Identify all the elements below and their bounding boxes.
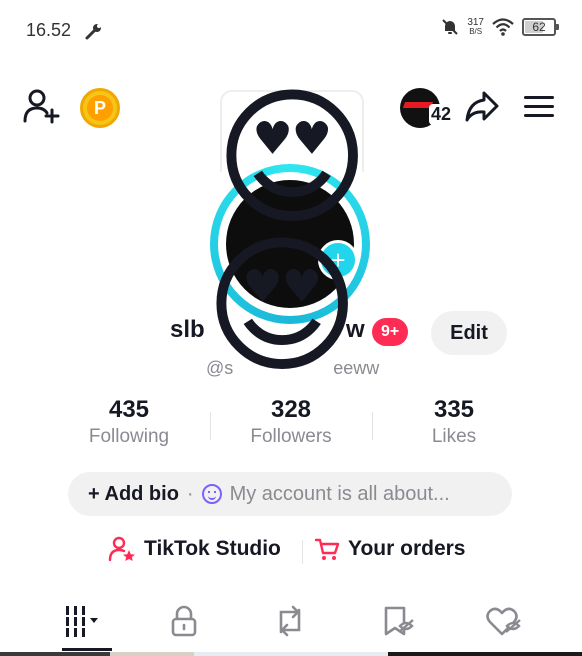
video-grid-edge (0, 652, 582, 656)
bio-pill[interactable]: + Add bio · My account is all about... (68, 472, 512, 516)
tab-videos[interactable] (56, 596, 116, 646)
status-time: 16.52 (26, 20, 72, 40)
heart-eyes-emoji-sticker: 😍 (214, 72, 371, 246)
stat-divider (372, 412, 373, 440)
tab-reposts[interactable] (260, 596, 320, 646)
profile-name-start: slb (170, 316, 205, 343)
wifi-icon (492, 18, 514, 36)
menu-icon[interactable] (522, 94, 556, 120)
edit-profile-button[interactable]: Edit (431, 311, 507, 355)
bio-placeholder: My account is all about... (229, 482, 450, 505)
tiktok-studio-link[interactable]: TikTok Studio (108, 536, 281, 562)
grid-icon (66, 606, 98, 637)
stat-label: Following (88, 426, 170, 447)
your-orders-link[interactable]: Your orders (314, 536, 465, 562)
active-tab-indicator (62, 648, 112, 651)
stat-label: Followers (250, 426, 332, 447)
stat-likes[interactable]: 335 Likes (379, 396, 529, 448)
wrench-icon (85, 24, 101, 40)
status-indicators: 317 B/S 62 (441, 17, 559, 37)
stat-value: 335 (433, 396, 475, 423)
bell-muted-icon (442, 19, 459, 35)
tab-liked[interactable] (474, 596, 534, 646)
link-divider (302, 540, 303, 564)
stat-divider (210, 412, 211, 440)
smile-icon (201, 484, 222, 504)
notification-badge[interactable]: 9+ (372, 318, 409, 346)
share-icon[interactable] (464, 90, 500, 124)
tab-saved[interactable] (368, 596, 428, 646)
coin-icon[interactable]: P (80, 88, 120, 128)
stat-value: 435 (108, 396, 150, 423)
heart-eyes-emoji-sticker: 😍 (204, 220, 361, 394)
tab-private[interactable] (154, 596, 214, 646)
studio-label: TikTok Studio (144, 537, 281, 560)
orders-label: Your orders (348, 537, 466, 560)
battery-indicator: 62 (522, 18, 559, 36)
stat-followers[interactable]: 328 Followers (216, 396, 366, 448)
network-speed: 317 B/S (467, 17, 484, 37)
studio-icon (108, 536, 135, 562)
bio-separator: · (186, 482, 194, 505)
repost-icon (279, 605, 301, 637)
story-count: 42 (429, 104, 454, 125)
stat-value: 328 (270, 396, 312, 423)
lock-icon (171, 605, 197, 637)
cart-icon (314, 538, 340, 560)
add-friend-icon[interactable] (22, 88, 62, 124)
liked-icon (486, 607, 521, 636)
stat-label: Likes (431, 426, 477, 447)
stat-following[interactable]: 435 Following (54, 396, 204, 448)
saved-icon (384, 606, 414, 636)
add-bio-button[interactable]: + Add bio (88, 483, 179, 506)
